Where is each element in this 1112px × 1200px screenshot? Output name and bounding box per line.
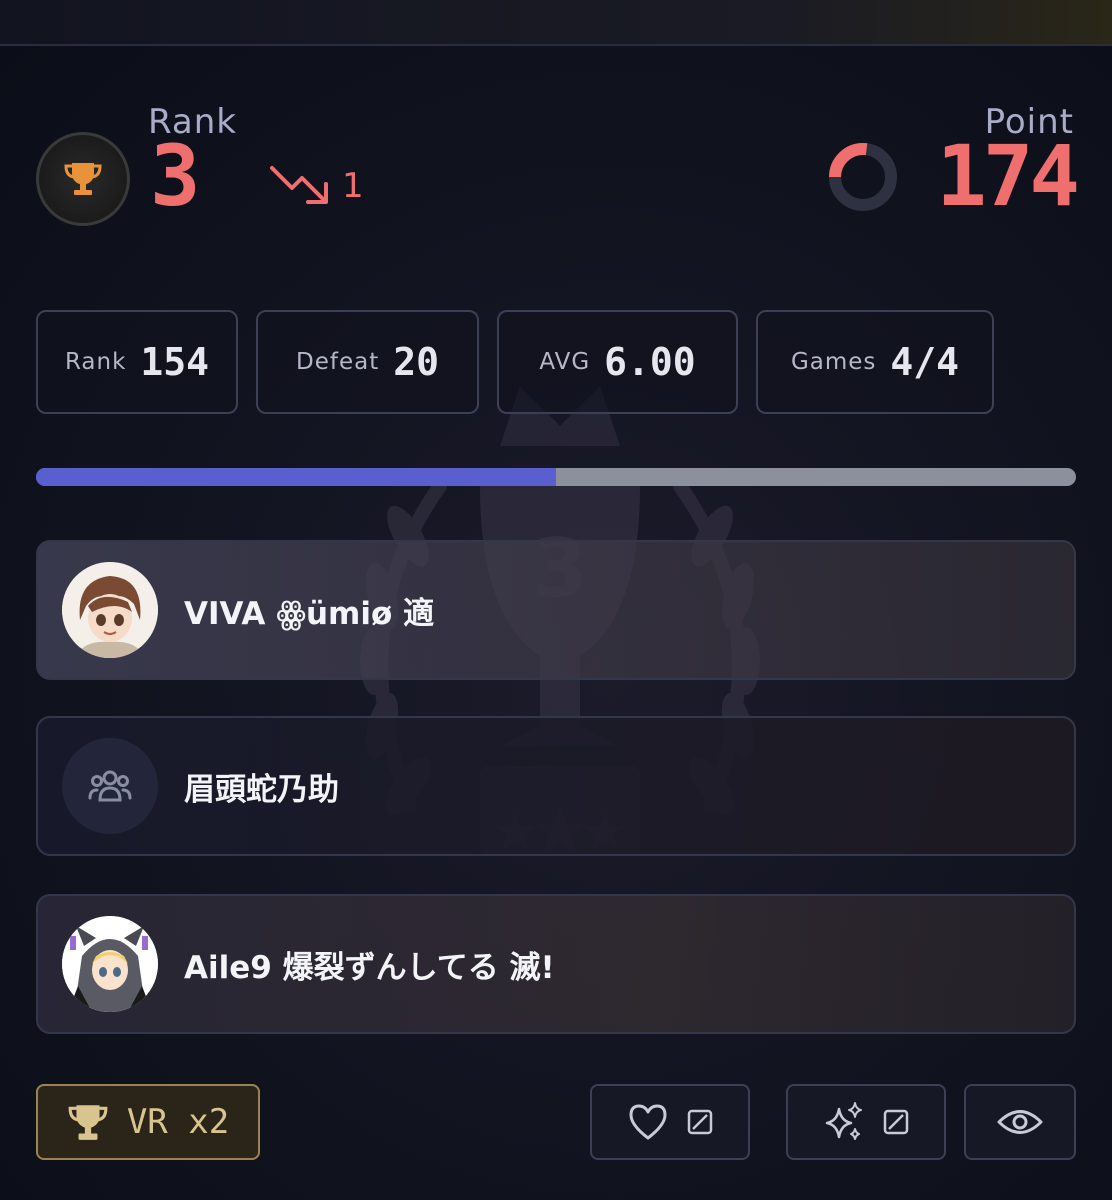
rank-change-value: 1	[342, 166, 364, 206]
ranking-card: 3 Rank Point 3 1 174 Rank 154	[0, 46, 1112, 1200]
vr-label: VR x2	[126, 1102, 230, 1142]
player-name: Aile9 爆裂ずんしてる 滅!	[184, 949, 555, 986]
avatar	[62, 562, 158, 658]
stat-defeat: Defeat 20	[256, 310, 479, 414]
stat-rank: Rank 154	[36, 310, 238, 414]
vr-multiplier-button[interactable]: VR x2	[36, 1084, 260, 1160]
player-name: VIVA ꙮümiø 適	[184, 595, 435, 632]
player-name: 眉頭蛇乃助	[184, 771, 339, 808]
sparkle-button[interactable]	[786, 1084, 946, 1160]
sparkle-icon	[825, 1102, 862, 1140]
anime-avatar-icon	[62, 916, 158, 1012]
avatar	[62, 738, 158, 834]
stat-value: 20	[393, 340, 439, 384]
anime-avatar-icon	[62, 562, 158, 658]
top-bar	[0, 0, 1112, 46]
stat-value: 154	[140, 340, 210, 384]
point-value: 174	[936, 127, 1080, 225]
stat-label: Rank	[64, 349, 127, 375]
progress-bar	[36, 468, 1076, 486]
eye-icon	[997, 1110, 1043, 1134]
trophy-icon	[68, 1105, 108, 1140]
stat-value: 6.00	[604, 340, 696, 384]
rank-value: 3	[150, 127, 201, 225]
trophy-badge	[36, 132, 130, 226]
player-row[interactable]: Aile9 爆裂ずんしてる 滅!	[36, 894, 1076, 1034]
stat-label: Games	[790, 349, 877, 375]
trend-down-icon	[270, 166, 328, 204]
like-button[interactable]	[590, 1084, 750, 1160]
slash-square-icon	[883, 1109, 909, 1135]
group-icon	[88, 770, 132, 802]
trophy-icon	[64, 163, 102, 195]
rank-change: 1	[270, 164, 364, 208]
stat-avg: AVG 6.00	[497, 310, 738, 414]
stat-value: 4/4	[890, 340, 960, 384]
view-button[interactable]	[964, 1084, 1076, 1160]
slash-square-icon	[687, 1109, 713, 1135]
point-progress-ring	[829, 143, 897, 211]
stat-games: Games 4/4	[756, 310, 994, 414]
heart-icon	[629, 1104, 667, 1140]
player-row[interactable]: 眉頭蛇乃助	[36, 716, 1076, 856]
progress-fill	[36, 468, 556, 486]
stat-label: AVG	[539, 349, 591, 375]
avatar	[62, 916, 158, 1012]
player-row[interactable]: VIVA ꙮümiø 適	[36, 540, 1076, 680]
stat-label: Defeat	[296, 349, 380, 375]
